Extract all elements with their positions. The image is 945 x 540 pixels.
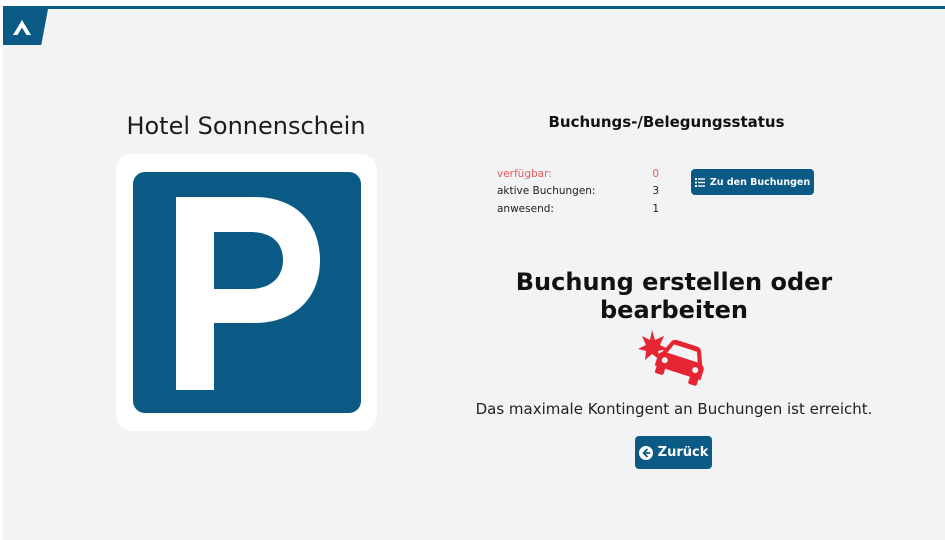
to-bookings-button[interactable]: Zu den Buchungen [691, 169, 814, 195]
back-button-label: Zurück [657, 445, 709, 460]
stat-available-label: verfügbar: [497, 168, 552, 180]
back-button[interactable]: Zurück [635, 436, 712, 469]
brand-logo[interactable] [3, 9, 48, 45]
page-heading: Buchung erstellen oder bearbeiten [515, 268, 833, 324]
hotel-name: Hotel Sonnenschein [126, 112, 366, 140]
stat-present-label: anwesend: [497, 203, 554, 215]
stat-available-value: 0 [652, 168, 659, 180]
stat-available: verfügbar: 0 [497, 168, 667, 184]
parking-sign-icon [133, 172, 361, 413]
list-icon [694, 177, 705, 187]
hotel-image-card [116, 154, 377, 431]
brand-logo-icon [13, 20, 31, 35]
status-title: Buchungs-/Belegungsstatus [548, 113, 785, 131]
car-crash-icon [638, 330, 704, 386]
stat-present: anwesend: 1 [497, 203, 667, 219]
stat-present-value: 1 [652, 203, 659, 215]
stat-active-bookings-value: 3 [652, 185, 659, 197]
stat-active-bookings: aktive Buchungen: 3 [497, 185, 667, 201]
stat-active-bookings-label: aktive Buchungen: [497, 185, 596, 197]
limit-reached-message: Das maximale Kontingent an Buchungen ist… [475, 400, 873, 418]
arrow-circle-left-icon [638, 445, 653, 460]
to-bookings-label: Zu den Buchungen [709, 176, 811, 188]
